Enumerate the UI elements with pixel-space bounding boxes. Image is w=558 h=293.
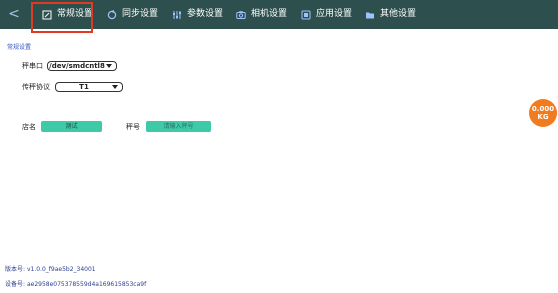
scale-number-input[interactable]: 请输入秤号: [146, 121, 211, 132]
section-title: 常规设置: [7, 44, 32, 51]
device-value: ae2958e075378559d4a169615853ca9f: [26, 281, 147, 288]
tab-other-settings[interactable]: 其他设置: [365, 7, 416, 22]
scale-protocol-label: 传秤协议: [22, 83, 50, 91]
scale-port-value: /dev/smdcntl8: [49, 62, 105, 70]
tab-camera-settings[interactable]: 相机设置: [236, 7, 287, 22]
store-name-field[interactable]: 测试: [41, 121, 102, 132]
weight-badge: 0.000 KG: [529, 99, 557, 127]
tab-label: 相机设置: [251, 9, 288, 19]
weight-value: 0.000: [531, 105, 555, 113]
tab-label: 应用设置: [316, 9, 353, 19]
active-tab-highlight: [31, 2, 93, 33]
store-name-label: 店名: [22, 123, 36, 131]
device-label: 设备号:: [5, 281, 26, 288]
sliders-icon: [173, 10, 181, 19]
scale-number-label: 秤号: [126, 123, 140, 131]
tab-sync-settings[interactable]: 同步设置: [107, 7, 158, 22]
tab-parameter-settings[interactable]: 参数设置: [172, 7, 223, 22]
scale-port-label: 秤串口: [22, 62, 43, 70]
scale-port-select[interactable]: /dev/smdcntl8: [47, 61, 117, 71]
version-label: 版本号:: [5, 266, 26, 273]
tab-label: 参数设置: [187, 9, 224, 19]
folder-icon: [366, 12, 374, 18]
weight-unit: KG: [537, 113, 549, 121]
tab-app-settings[interactable]: 应用设置: [301, 7, 352, 22]
scale-protocol-value: T1: [79, 83, 89, 91]
chevron-down-icon: [106, 64, 112, 68]
tab-label: 其他设置: [380, 9, 417, 19]
app-icon: [301, 10, 311, 19]
chevron-down-icon: [112, 85, 118, 89]
device-info: 设备号: ae2958e075378559d4a169615853ca9f: [5, 279, 146, 288]
scale-protocol-select[interactable]: T1: [55, 82, 123, 92]
version-value: v1.0.0_f9ae5b2_34001: [26, 266, 96, 273]
tab-label: 同步设置: [122, 9, 159, 19]
camera-icon: [236, 10, 246, 19]
version-info: 版本号: v1.0.0_f9ae5b2_34001: [5, 264, 96, 273]
sync-icon: [107, 9, 117, 19]
back-arrow-icon[interactable]: <: [7, 6, 21, 22]
